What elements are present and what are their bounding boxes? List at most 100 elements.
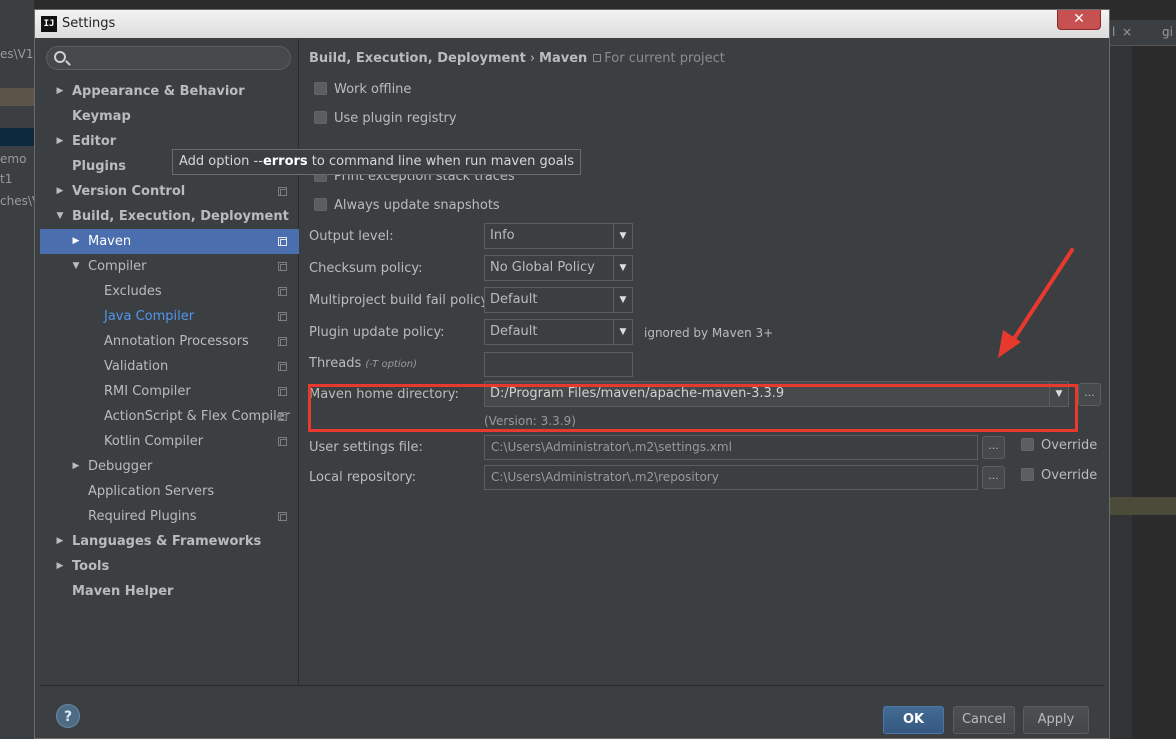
background-text: l [1112, 25, 1116, 39]
sidebar-item-build-execution-deployment[interactable]: ▼ Build, Execution, Deployment [40, 204, 299, 229]
sidebar-item-label: Tools [72, 559, 110, 574]
expand-arrow-icon[interactable]: ▼ [54, 204, 66, 229]
sidebar-item-actionscript-flex-compiler[interactable]: ActionScript & Flex Compiler [40, 404, 299, 429]
cancel-button[interactable]: Cancel [953, 706, 1015, 734]
scope-label: For current project [604, 51, 725, 66]
project-scope-icon [278, 262, 287, 271]
output-level-value: Info [490, 228, 515, 243]
user-settings-file-input[interactable]: C:\Users\Administrator\.m2\settings.xml [484, 435, 978, 460]
collapse-arrow-icon[interactable]: ▶ [54, 529, 66, 554]
collapse-arrow-icon[interactable]: ▶ [54, 554, 66, 579]
background-gutter [1110, 46, 1132, 739]
local-repository-value: C:\Users\Administrator\.m2\repository [491, 470, 719, 484]
background-text: t1 [0, 172, 13, 186]
sidebar-item-label: Editor [72, 134, 117, 149]
intellij-logo-icon: IJ [41, 16, 57, 32]
tooltip-prefix: Add option -- [179, 154, 263, 169]
plugin-update-policy-select[interactable]: Default ▼ [484, 319, 633, 345]
settings-sidebar: ▶ Appearance & Behavior Keymap ▶ Editor Plugi… [40, 39, 299, 685]
always-update-snapshots-checkbox[interactable] [314, 198, 327, 211]
collapse-arrow-icon[interactable]: ▶ [54, 179, 66, 204]
local-repository-browse-button[interactable]: ... [982, 466, 1005, 489]
breadcrumb: Build, Execution, Deployment › Maven For cu… [309, 51, 725, 66]
threads-hint: (-T option) [365, 359, 417, 370]
maven-settings-panel: Build, Execution, Deployment › Maven For cu… [304, 39, 1104, 685]
local-repository-input[interactable]: C:\Users\Administrator\.m2\repository [484, 465, 978, 490]
use-plugin-registry-option[interactable]: Use plugin registry [314, 109, 457, 129]
local-repository-override-option[interactable]: Override [1021, 466, 1097, 486]
chevron-down-icon: ▼ [613, 256, 632, 280]
search-box[interactable] [46, 46, 291, 70]
multiproject-fail-policy-select[interactable]: Default ▼ [484, 287, 633, 313]
chevron-down-icon: ▼ [1049, 382, 1068, 406]
use-plugin-registry-label: Use plugin registry [334, 111, 457, 126]
output-level-select[interactable]: Info ▼ [484, 223, 633, 249]
use-plugin-registry-checkbox[interactable] [314, 111, 327, 124]
threads-label-text: Threads [309, 356, 366, 371]
background-ide-right: l × gi [1110, 0, 1176, 739]
sidebar-item-annotation-processors[interactable]: Annotation Processors [40, 329, 299, 354]
project-scope-icon [278, 437, 287, 446]
maven-home-select[interactable]: D:/Program Files/maven/apache-maven-3.3.… [484, 381, 1069, 407]
checksum-policy-select[interactable]: No Global Policy ▼ [484, 255, 633, 281]
sidebar-item-tools[interactable]: ▶ Tools [40, 554, 299, 579]
collapse-arrow-icon[interactable]: ▶ [70, 229, 82, 254]
sidebar-item-rmi-compiler[interactable]: RMI Compiler [40, 379, 299, 404]
project-scope-icon [278, 362, 287, 371]
sidebar-item-validation[interactable]: Validation [40, 354, 299, 379]
sidebar-item-label: Build, Execution, Deployment [72, 209, 289, 224]
work-offline-option[interactable]: Work offline [314, 80, 411, 100]
settings-dialog: IJ Settings ✕ ▶ Appearance & Behavior Keym… [34, 9, 1110, 739]
collapse-arrow-icon[interactable]: ▶ [70, 454, 82, 479]
project-scope-icon [278, 512, 287, 521]
sidebar-item-required-plugins[interactable]: Required Plugins [40, 504, 299, 529]
checksum-policy-label: Checksum policy: [309, 261, 423, 276]
user-settings-override-option[interactable]: Override [1021, 436, 1097, 456]
user-settings-browse-button[interactable]: ... [982, 436, 1005, 459]
maven-home-browse-button[interactable]: ... [1078, 383, 1101, 406]
help-icon[interactable]: ? [56, 704, 80, 728]
project-scope-icon [278, 237, 287, 246]
search-input[interactable] [71, 49, 281, 67]
breadcrumb-current: Maven [539, 51, 588, 66]
local-repository-override-checkbox[interactable] [1021, 468, 1034, 481]
sidebar-item-java-compiler[interactable]: Java Compiler [40, 304, 299, 329]
collapse-arrow-icon[interactable]: ▶ [54, 79, 66, 104]
sidebar-item-keymap[interactable]: Keymap [40, 104, 299, 129]
chevron-down-icon: ▼ [613, 288, 632, 312]
project-scope-icon [278, 287, 287, 296]
sidebar-item-label: Validation [104, 359, 169, 374]
work-offline-checkbox[interactable] [314, 82, 327, 95]
always-update-snapshots-option[interactable]: Always update snapshots [314, 196, 500, 216]
maven-version-label: (Version: 3.3.9) [484, 414, 576, 428]
sidebar-item-kotlin-compiler[interactable]: Kotlin Compiler [40, 429, 299, 454]
sidebar-item-version-control[interactable]: ▶ Version Control [40, 179, 299, 204]
background-tab-close-icon[interactable]: × [1122, 25, 1132, 39]
background-highlight [0, 88, 34, 106]
local-repository-label: Local repository: [309, 470, 416, 485]
sidebar-item-appearance-behavior[interactable]: ▶ Appearance & Behavior [40, 79, 299, 104]
sidebar-item-excludes[interactable]: Excludes [40, 279, 299, 304]
project-scope-icon [278, 312, 287, 321]
user-settings-override-checkbox[interactable] [1021, 438, 1034, 451]
expand-arrow-icon[interactable]: ▼ [70, 254, 82, 279]
tooltip-suffix: to command line when run maven goals [307, 154, 575, 169]
dialog-title: Settings [62, 16, 116, 31]
collapse-arrow-icon[interactable]: ▶ [54, 129, 66, 154]
always-update-snapshots-label: Always update snapshots [334, 198, 500, 213]
chevron-down-icon: ▼ [613, 224, 632, 248]
sidebar-item-maven-helper[interactable]: Maven Helper [40, 579, 299, 604]
ok-button[interactable]: OK [883, 706, 944, 734]
sidebar-item-languages-frameworks[interactable]: ▶ Languages & Frameworks [40, 529, 299, 554]
user-settings-file-value: C:\Users\Administrator\.m2\settings.xml [491, 440, 732, 454]
close-button[interactable]: ✕ [1057, 10, 1101, 30]
background-highlight [1110, 497, 1176, 515]
threads-input[interactable] [484, 352, 633, 377]
apply-button[interactable]: Apply [1023, 706, 1089, 734]
sidebar-item-maven[interactable]: ▶ Maven [40, 229, 299, 254]
sidebar-item-compiler[interactable]: ▼ Compiler [40, 254, 299, 279]
plugin-update-policy-label: Plugin update policy: [309, 325, 445, 340]
maven-home-label: Maven home directory: [309, 387, 459, 402]
sidebar-item-debugger[interactable]: ▶ Debugger [40, 454, 299, 479]
sidebar-item-application-servers[interactable]: Application Servers [40, 479, 299, 504]
